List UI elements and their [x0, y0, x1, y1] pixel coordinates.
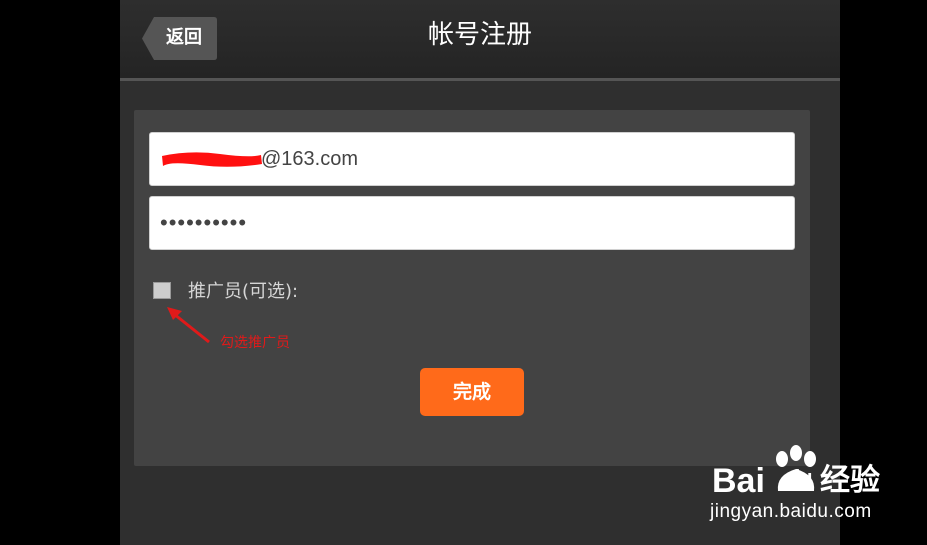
page-title: 帐号注册: [427, 20, 532, 50]
title-bar: 返回 帐号注册: [120, 0, 840, 81]
baidu-jingyan-watermark: Bai du 经验 jingyan.baidu.com: [710, 443, 920, 525]
password-field-container: [149, 196, 795, 250]
watermark-brand-mid: du: [788, 467, 813, 489]
annotation-arrow: [167, 307, 210, 344]
promoter-checkbox[interactable]: [153, 282, 171, 299]
promoter-label: 推广员(可选):: [188, 281, 299, 302]
password-field[interactable]: [150, 197, 794, 249]
annotation-text: 勾选推广员: [220, 335, 290, 351]
watermark-url: jingyan.baidu.com: [710, 501, 872, 522]
done-button[interactable]: 完成: [420, 368, 524, 416]
email-field[interactable]: [150, 133, 794, 185]
email-field-container: [149, 132, 795, 186]
watermark-brand-right: 经验: [820, 464, 880, 497]
watermark-brand-left: Bai: [712, 462, 765, 500]
registration-form: 推广员(可选): 完成: [134, 110, 810, 466]
